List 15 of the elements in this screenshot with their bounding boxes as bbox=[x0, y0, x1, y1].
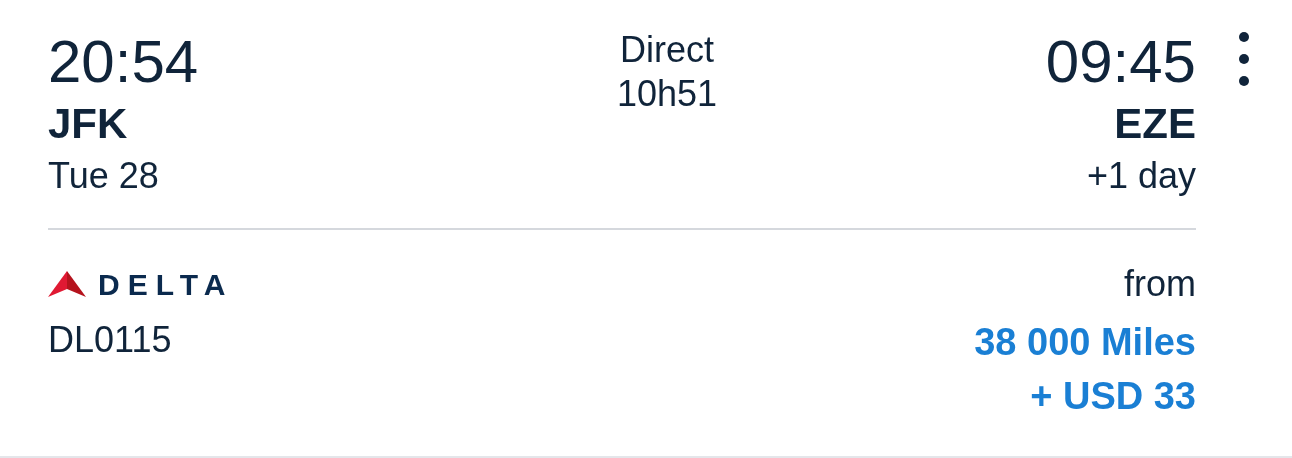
airline-name: DELTA bbox=[98, 266, 234, 303]
cash-price: + USD 33 bbox=[1030, 374, 1196, 419]
miles-price: 38 000 Miles bbox=[974, 320, 1196, 365]
departure-time: 20:54 bbox=[48, 27, 199, 97]
departure-date: Tue 28 bbox=[48, 154, 160, 198]
price-label: from bbox=[1124, 262, 1196, 306]
flight-type: Direct bbox=[620, 28, 714, 72]
more-options-icon[interactable] bbox=[1238, 32, 1250, 86]
arrival-airport: EZE bbox=[1114, 99, 1196, 149]
flight-duration: 10h51 bbox=[616, 72, 718, 116]
flight-number: DL0115 bbox=[48, 318, 173, 362]
arrival-time: 09:45 bbox=[1045, 27, 1196, 97]
arrival-date: +1 day bbox=[1086, 154, 1196, 198]
triangle-logo-icon bbox=[48, 271, 86, 297]
departure-airport: JFK bbox=[48, 99, 129, 149]
